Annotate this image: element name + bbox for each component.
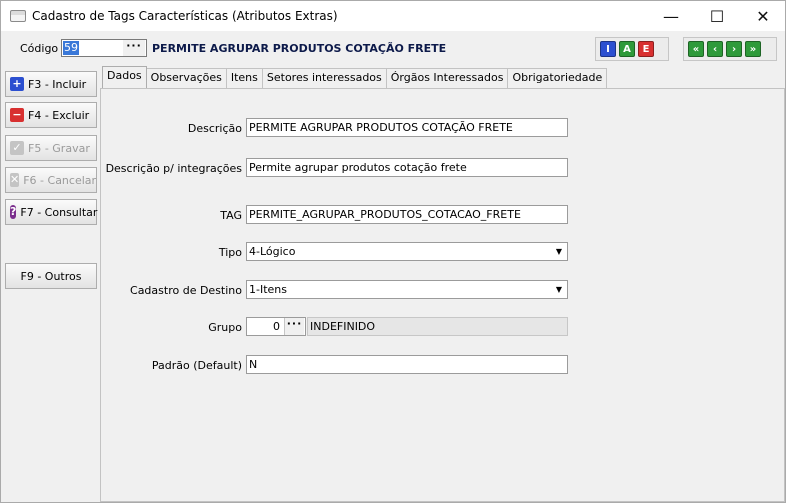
minimize-icon: — [663,6,679,26]
last-record-button[interactable]: » [745,41,761,57]
excluir-button[interactable]: − F4 - Excluir [5,102,97,128]
plus-icon: + [10,77,24,91]
cancelar-label: F6 - Cancelar [23,173,97,187]
codigo-value: 59 [63,41,79,55]
last-icon: » [749,43,757,55]
main-window: Cadastro de Tags Características (Atribu… [0,0,786,503]
window-title: Cadastro de Tags Características (Atribu… [32,9,338,23]
outros-button[interactable]: F9 - Outros [5,263,97,289]
consultar-label: F7 - Consultar [20,205,98,219]
minimize-button[interactable]: — [648,1,694,31]
tab-strip: Dados Observações Itens Setores interess… [102,66,608,88]
cadastro-destino-value: 1-Itens [249,283,287,296]
question-icon: ? [10,205,17,219]
tab-dados[interactable]: Dados [102,66,147,88]
padrao-field[interactable]: N [246,355,568,374]
previous-icon: ‹ [712,43,718,55]
incluir-button[interactable]: + F3 - Incluir [5,71,97,97]
close-icon: ✕ [756,6,770,26]
navigation-button-group: « ‹ › » [683,37,777,61]
grupo-code-field[interactable]: 0 ··· [246,317,306,336]
delete-button[interactable]: E [638,41,654,57]
next-record-button[interactable]: › [726,41,742,57]
tipo-value: 4-Lógico [249,245,296,258]
x-icon: ✕ [10,173,20,187]
tipo-select[interactable]: 4-Lógico ▼ [246,242,568,261]
cancelar-button[interactable]: ✕ F6 - Cancelar [5,167,97,193]
app-window-icon [10,10,26,22]
chevron-down-icon[interactable]: ▼ [552,244,566,259]
excluir-label: F4 - Excluir [28,108,90,122]
next-icon: › [731,43,737,55]
tag-label: TAG [220,209,242,222]
incluir-label: F3 - Incluir [28,77,87,91]
chevron-down-icon[interactable]: ▼ [552,282,566,297]
check-icon: ✓ [10,141,24,155]
first-record-button[interactable]: « [688,41,704,57]
tab-obrigatoriedade[interactable]: Obrigatoriedade [507,68,608,88]
tag-field[interactable]: PERMITE_AGRUPAR_PRODUTOS_COTACAO_FRETE [246,205,568,224]
descricao-integracoes-label: Descrição p/ integrações [105,162,242,175]
tab-itens[interactable]: Itens [225,68,263,88]
outros-label: F9 - Outros [20,269,82,283]
codigo-input[interactable]: 59 ··· [61,39,147,57]
grupo-code-value: 0 [273,320,280,333]
tab-observacoes[interactable]: Observações [145,68,227,88]
maximize-icon: ☐ [709,6,725,26]
alter-icon: A [623,43,631,55]
insert-button[interactable]: I [600,41,616,57]
cadastro-destino-select[interactable]: 1-Itens ▼ [246,280,568,299]
gravar-button[interactable]: ✓ F5 - Gravar [5,135,97,161]
padrao-label: Padrão (Default) [151,359,242,372]
codigo-label: Código [20,42,59,55]
action-button-group: I A E [595,37,669,61]
alter-button[interactable]: A [619,41,635,57]
tab-setores-interessados[interactable]: Setores interessados [261,68,387,88]
title-bar: Cadastro de Tags Características (Atribu… [1,1,785,31]
record-description: PERMITE AGRUPAR PRODUTOS COTAÇÃO FRETE [152,42,447,55]
consultar-button[interactable]: ? F7 - Consultar [5,199,97,225]
gravar-label: F5 - Gravar [28,141,90,155]
descricao-integracoes-field[interactable]: Permite agrupar produtos cotação frete [246,158,568,177]
descricao-field[interactable]: PERMITE AGRUPAR PRODUTOS COTAÇÃO FRETE [246,118,568,137]
grupo-label: Grupo [208,321,242,334]
maximize-button[interactable]: ☐ [694,1,740,31]
tab-orgaos-interessados[interactable]: Órgãos Interessados [385,68,509,88]
descricao-label: Descrição [187,122,242,135]
close-button[interactable]: ✕ [740,1,786,31]
previous-record-button[interactable]: ‹ [707,41,723,57]
tipo-label: Tipo [218,246,242,259]
grupo-lookup-button[interactable]: ··· [284,318,304,335]
minus-icon: − [10,108,24,122]
cadastro-destino-label: Cadastro de Destino [130,284,242,297]
insert-icon: I [606,43,610,55]
delete-icon: E [642,43,650,55]
codigo-lookup-button[interactable]: ··· [123,40,145,56]
first-icon: « [692,43,700,55]
grupo-name-field: INDEFINIDO [307,317,568,336]
